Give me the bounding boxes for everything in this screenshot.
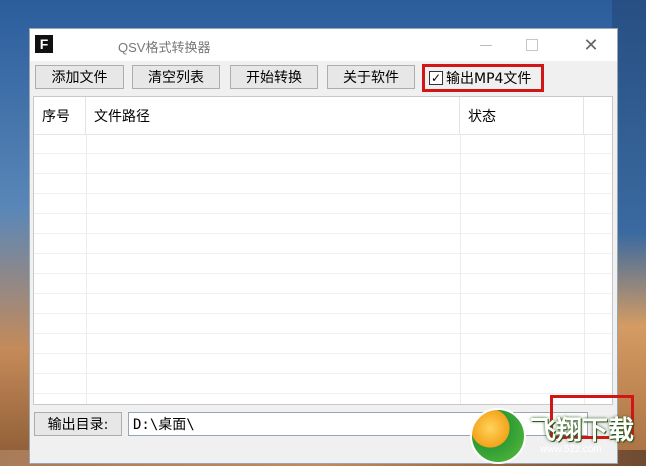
toolbar: 添加文件 清空列表 开始转换 关于软件 ✓ 输出MP4文件 xyxy=(30,64,617,92)
column-header-path[interactable]: 文件路径 xyxy=(86,97,460,134)
add-file-button[interactable]: 添加文件 xyxy=(35,65,124,89)
watermark: 飞翔下载 www.52z.com xyxy=(470,404,640,464)
watermark-url: www.52z.com xyxy=(540,444,602,455)
column-header-status[interactable]: 状态 xyxy=(460,97,584,134)
watermark-logo-icon xyxy=(470,408,526,464)
output-mp4-checkbox[interactable]: ✓ xyxy=(429,71,443,85)
output-dir-button[interactable]: 输出目录: xyxy=(34,412,122,436)
app-window: F QSV格式转换器 ✕ 添加文件 清空列表 开始转换 关于软件 ✓ 输出MP4… xyxy=(29,28,634,464)
column-header-index[interactable]: 序号 xyxy=(34,97,86,134)
table-body[interactable] xyxy=(34,134,612,404)
window-title: QSV格式转换器 xyxy=(118,40,211,55)
maximize-button[interactable] xyxy=(512,32,552,58)
table-row xyxy=(34,154,612,174)
clear-list-button[interactable]: 清空列表 xyxy=(132,65,220,89)
minimize-icon xyxy=(480,44,492,46)
table-row xyxy=(34,134,612,154)
table-row xyxy=(34,254,612,274)
column-divider xyxy=(86,134,87,404)
table-row xyxy=(34,334,612,354)
output-mp4-checkbox-group[interactable]: ✓ 输出MP4文件 xyxy=(422,64,544,92)
table-row xyxy=(34,214,612,234)
column-header-extra[interactable] xyxy=(584,97,612,134)
title-bar[interactable]: F QSV格式转换器 ✕ xyxy=(30,29,617,61)
maximize-icon xyxy=(526,39,538,51)
output-mp4-label: 输出MP4文件 xyxy=(446,71,532,87)
close-button[interactable]: ✕ xyxy=(571,32,611,58)
watermark-text: 飞翔下载 xyxy=(530,416,635,446)
close-icon: ✕ xyxy=(583,34,599,56)
check-icon: ✓ xyxy=(430,71,442,85)
table-row xyxy=(34,274,612,294)
table-row xyxy=(34,194,612,214)
column-divider xyxy=(460,134,461,404)
about-button[interactable]: 关于软件 xyxy=(327,65,415,89)
table-header: 序号 文件路径 状态 xyxy=(34,97,612,135)
app-icon: F xyxy=(35,35,53,53)
table-row xyxy=(34,294,612,314)
column-divider xyxy=(584,134,585,404)
table-row xyxy=(34,314,612,334)
file-list-table[interactable]: 序号 文件路径 状态 xyxy=(33,96,613,405)
minimize-button[interactable] xyxy=(466,32,506,58)
table-row xyxy=(34,174,612,194)
table-row xyxy=(34,374,612,394)
table-row xyxy=(34,354,612,374)
start-convert-button[interactable]: 开始转换 xyxy=(230,65,318,89)
table-row xyxy=(34,234,612,254)
